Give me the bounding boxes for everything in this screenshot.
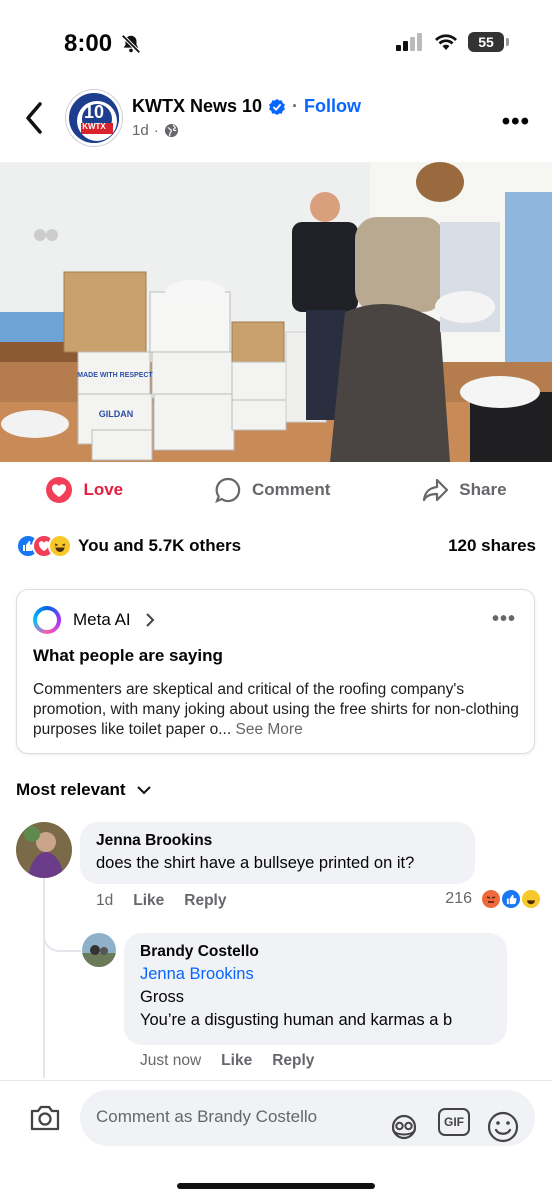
- comment-sort-dropdown[interactable]: Most relevant: [16, 780, 152, 800]
- battery-level: 55: [478, 34, 494, 50]
- love-label: Love: [83, 480, 124, 499]
- haha-reaction-icon: [520, 888, 542, 910]
- meta-ai-summary-card[interactable]: Meta AI ••• What people are saying Comme…: [16, 589, 535, 754]
- page-name[interactable]: KWTX News 10: [132, 96, 262, 117]
- see-more-link[interactable]: See More: [235, 721, 302, 738]
- reactions-summary[interactable]: You and 5.7K others 120 shares: [16, 532, 536, 560]
- love-reaction-icon: [46, 477, 73, 503]
- thread-line: [43, 878, 45, 1078]
- commenter-photo: [16, 822, 72, 878]
- card-more-options-icon[interactable]: •••: [492, 608, 516, 631]
- gif-button[interactable]: GIF: [438, 1108, 470, 1136]
- avatar[interactable]: [16, 822, 72, 878]
- cellular-signal-icon: [396, 33, 422, 51]
- shares-count[interactable]: 120 shares: [448, 536, 536, 556]
- reply-mention[interactable]: Jenna Brookins: [140, 965, 491, 984]
- post-actions: Love Comment Share: [0, 470, 552, 510]
- verified-badge-icon: [269, 98, 285, 115]
- status-time: 8:00: [64, 30, 142, 58]
- post-photo[interactable]: MADE WITH RESPECT GILDAN: [0, 162, 552, 462]
- reply-meta: Just now Like Reply: [140, 1052, 314, 1070]
- share-button[interactable]: Share: [421, 476, 507, 504]
- thread-connector: [43, 910, 81, 952]
- meta-ai-label: Meta AI: [73, 610, 131, 629]
- gif-label: GIF: [444, 1115, 464, 1129]
- dot-separator: ·: [153, 122, 159, 139]
- comment-label: Comment: [252, 480, 331, 499]
- haha-reaction-icon: [48, 534, 72, 558]
- status-bar: 8:00 55: [0, 0, 552, 80]
- comment-reaction-count: 216: [445, 890, 472, 907]
- replier-photo: [82, 933, 116, 967]
- share-arrow-icon: [423, 478, 449, 502]
- dot-separator: ·: [292, 96, 299, 116]
- like-reaction-icon: [500, 888, 522, 910]
- angry-reaction-icon: [480, 888, 502, 910]
- comment-text: does the shirt have a bullseye printed o…: [96, 854, 415, 872]
- post-header: 10 KWTX KWTX News 10 · Follow 1d · •••: [0, 84, 552, 154]
- meta-ai-body: Commenters are skeptical and critical of…: [33, 680, 523, 740]
- chevron-right-icon: [145, 613, 155, 627]
- comment-meta: 1d Like Reply: [96, 892, 226, 910]
- logo-callsign: KWTX: [82, 122, 106, 131]
- reply-author[interactable]: Brandy Costello: [140, 943, 491, 961]
- sort-label: Most relevant: [16, 780, 126, 799]
- comment-time[interactable]: 1d: [96, 892, 113, 910]
- comment-reactions[interactable]: 216: [445, 888, 542, 910]
- comment-input[interactable]: Comment as Brandy Costello GIF: [80, 1090, 535, 1146]
- comment-bubble-icon: [215, 477, 241, 503]
- logo-number: 10: [83, 102, 105, 122]
- mute-bell-icon: [121, 34, 141, 54]
- post-timestamp[interactable]: 1d: [132, 122, 149, 139]
- battery-indicator: 55: [468, 32, 509, 52]
- reply-time[interactable]: Just now: [140, 1052, 201, 1070]
- home-indicator[interactable]: [177, 1183, 375, 1189]
- chevron-down-icon: [136, 786, 151, 795]
- reply-text-line: You’re a disgusting human and karmas a b: [140, 1011, 453, 1029]
- comment-placeholder: Comment as Brandy Costello: [96, 1107, 318, 1126]
- more-options-icon[interactable]: •••: [502, 108, 530, 136]
- camera-icon[interactable]: [28, 1103, 62, 1133]
- wifi-icon: [435, 34, 457, 50]
- meta-ai-icon: [33, 606, 61, 634]
- clock: 8:00: [64, 30, 113, 57]
- comment-reply-button[interactable]: Reply: [184, 892, 226, 910]
- page-avatar[interactable]: 10 KWTX: [66, 90, 122, 146]
- reply-reply-button[interactable]: Reply: [272, 1052, 314, 1070]
- follow-button[interactable]: Follow: [304, 96, 361, 117]
- photo-illustration: MADE WITH RESPECT GILDAN: [0, 162, 552, 462]
- box-brand: GILDAN: [99, 409, 134, 419]
- reply-like-button[interactable]: Like: [221, 1052, 252, 1070]
- comment-composer: Comment as Brandy Costello GIF: [0, 1080, 552, 1200]
- avatar[interactable]: [82, 933, 116, 967]
- comment-author[interactable]: Jenna Brookins: [96, 832, 459, 850]
- reactions-count-text: You and 5.7K others: [78, 536, 242, 555]
- back-arrow-icon[interactable]: [20, 98, 50, 138]
- love-button[interactable]: Love: [45, 476, 123, 504]
- comment-button[interactable]: Comment: [214, 476, 330, 504]
- box-label: MADE WITH RESPECT: [77, 372, 153, 379]
- avatar-sticker-icon[interactable]: [387, 1110, 421, 1144]
- meta-ai-title: What people are saying: [33, 646, 223, 665]
- emoji-icon[interactable]: [486, 1110, 520, 1144]
- reply-bubble[interactable]: Brandy Costello Jenna Brookins Gross You…: [124, 933, 507, 1045]
- comment-bubble[interactable]: Jenna Brookins does the shirt have a bul…: [80, 822, 475, 884]
- comment-like-button[interactable]: Like: [133, 892, 164, 910]
- reply-text-line: Gross: [140, 988, 185, 1006]
- share-label: Share: [459, 480, 507, 499]
- globe-icon: [164, 123, 178, 138]
